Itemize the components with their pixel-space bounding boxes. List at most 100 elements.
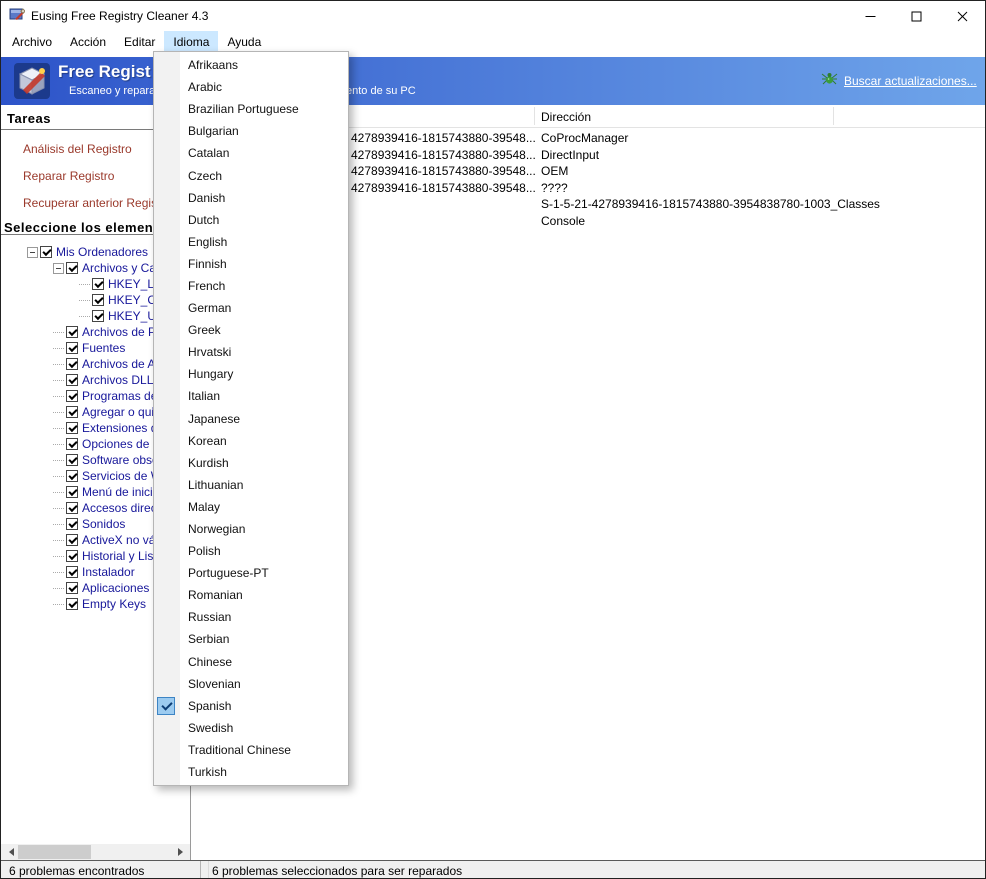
menubar-item-editar[interactable]: Editar <box>115 31 164 53</box>
language-option-label: French <box>188 278 226 293</box>
tree-connector <box>53 331 64 333</box>
language-option-slovenian[interactable]: Slovenian <box>154 673 348 695</box>
checkbox[interactable] <box>66 262 78 274</box>
tree-item-label: Aplicaciones <box>82 581 150 595</box>
language-option-turkish[interactable]: Turkish <box>154 761 348 783</box>
menubar-item-idioma[interactable]: Idioma <box>164 31 219 53</box>
spider-icon <box>821 71 838 91</box>
scroll-left-button[interactable] <box>1 844 18 860</box>
result-path: 4278939416-1815743880-39548... <box>351 147 536 162</box>
tree-item-label: Programas de i <box>82 389 164 403</box>
scrollbar-track[interactable] <box>18 844 174 860</box>
checkbox[interactable] <box>66 502 78 514</box>
language-option-dutch[interactable]: Dutch <box>154 209 348 231</box>
checkbox[interactable] <box>40 246 52 258</box>
tree-item-label: Archivos DLL c <box>82 373 163 387</box>
language-option-polish[interactable]: Polish <box>154 540 348 562</box>
checkbox[interactable] <box>66 582 78 594</box>
language-option-german[interactable]: German <box>154 297 348 319</box>
tree-connector <box>53 507 64 509</box>
language-option-english[interactable]: English <box>154 231 348 253</box>
language-option-russian[interactable]: Russian <box>154 606 348 628</box>
language-option-romanian[interactable]: Romanian <box>154 584 348 606</box>
menubar-item-ayuda[interactable]: Ayuda <box>218 31 270 53</box>
language-option-finnish[interactable]: Finnish <box>154 253 348 275</box>
banner-title: Free Regist <box>58 62 151 81</box>
maximize-button[interactable] <box>893 1 939 31</box>
horizontal-scrollbar[interactable] <box>1 844 190 860</box>
checkbox[interactable] <box>66 438 78 450</box>
collapse-icon[interactable] <box>53 262 64 274</box>
language-option-bulgarian[interactable]: Bulgarian <box>154 120 348 142</box>
language-option-label: Japanese <box>188 411 241 426</box>
collapse-icon[interactable] <box>27 246 38 258</box>
column-divider <box>833 107 834 125</box>
checkbox[interactable] <box>66 390 78 402</box>
minimize-button[interactable] <box>847 1 893 31</box>
checkbox[interactable] <box>66 358 78 370</box>
language-option-japanese[interactable]: Japanese <box>154 408 348 430</box>
status-problems-selected: 6 problemas seleccionados para ser repar… <box>208 861 462 878</box>
column-header-direccion[interactable]: Dirección <box>541 110 591 124</box>
language-option-korean[interactable]: Korean <box>154 430 348 452</box>
task-link-recuperar-anterior-registr[interactable]: Recuperar anterior Registr <box>23 191 164 218</box>
checkbox[interactable] <box>66 326 78 338</box>
checkbox[interactable] <box>66 374 78 386</box>
language-option-greek[interactable]: Greek <box>154 319 348 341</box>
language-option-italian[interactable]: Italian <box>154 385 348 407</box>
checkbox[interactable] <box>92 278 104 290</box>
checkbox[interactable] <box>66 534 78 546</box>
close-button[interactable] <box>939 1 985 31</box>
language-option-french[interactable]: French <box>154 275 348 297</box>
result-direccion: DirectInput <box>541 147 600 162</box>
language-option-label: Spanish <box>188 698 232 713</box>
checkbox[interactable] <box>92 310 104 322</box>
language-option-portuguese-pt[interactable]: Portuguese-PT <box>154 562 348 584</box>
checkbox[interactable] <box>66 598 78 610</box>
language-option-kurdish[interactable]: Kurdish <box>154 452 348 474</box>
checkbox[interactable] <box>66 342 78 354</box>
menubar-item-archivo[interactable]: Archivo <box>3 31 61 53</box>
menubar: Archivo Acción Editar Idioma Ayuda <box>1 31 985 53</box>
language-option-swedish[interactable]: Swedish <box>154 717 348 739</box>
language-option-brazilian-portuguese[interactable]: Brazilian Portuguese <box>154 98 348 120</box>
language-option-czech[interactable]: Czech <box>154 164 348 186</box>
language-option-danish[interactable]: Danish <box>154 187 348 209</box>
language-option-norwegian[interactable]: Norwegian <box>154 518 348 540</box>
language-option-lithuanian[interactable]: Lithuanian <box>154 474 348 496</box>
left-arrow-icon <box>5 848 14 856</box>
checkbox[interactable] <box>66 486 78 498</box>
scroll-right-button[interactable] <box>174 844 190 860</box>
language-option-arabic[interactable]: Arabic <box>154 76 348 98</box>
task-link-analisis-del-registro[interactable]: Análisis del Registro <box>23 137 164 164</box>
language-option-spanish[interactable]: Spanish <box>154 695 348 717</box>
check-updates-link[interactable]: Buscar actualizaciones... <box>821 71 977 91</box>
task-link-reparar-registro[interactable]: Reparar Registro <box>23 164 164 191</box>
language-option-label: Polish <box>188 544 221 559</box>
checkbox[interactable] <box>92 294 104 306</box>
scrollbar-thumb[interactable] <box>18 845 91 859</box>
language-option-label: Malay <box>188 499 221 514</box>
language-option-afrikaans[interactable]: Afrikaans <box>154 54 348 76</box>
tree-connector <box>53 459 64 461</box>
checkbox[interactable] <box>66 454 78 466</box>
checkbox[interactable] <box>66 566 78 578</box>
language-option-serbian[interactable]: Serbian <box>154 628 348 650</box>
checkbox[interactable] <box>66 422 78 434</box>
checkbox[interactable] <box>66 550 78 562</box>
language-option-traditional-chinese[interactable]: Traditional Chinese <box>154 739 348 761</box>
language-option-label: Hrvatski <box>188 345 232 360</box>
checkbox[interactable] <box>66 406 78 418</box>
language-option-chinese[interactable]: Chinese <box>154 651 348 673</box>
language-option-malay[interactable]: Malay <box>154 496 348 518</box>
language-option-hungary[interactable]: Hungary <box>154 363 348 385</box>
tree-connector <box>53 491 64 493</box>
checkbox[interactable] <box>66 518 78 530</box>
language-option-catalan[interactable]: Catalan <box>154 142 348 164</box>
tree-connector <box>53 603 64 605</box>
language-option-label: Greek <box>188 323 221 338</box>
menubar-item-accion[interactable]: Acción <box>61 31 115 53</box>
tree-connector <box>79 283 90 285</box>
language-option-hrvatski[interactable]: Hrvatski <box>154 341 348 363</box>
checkbox[interactable] <box>66 470 78 482</box>
